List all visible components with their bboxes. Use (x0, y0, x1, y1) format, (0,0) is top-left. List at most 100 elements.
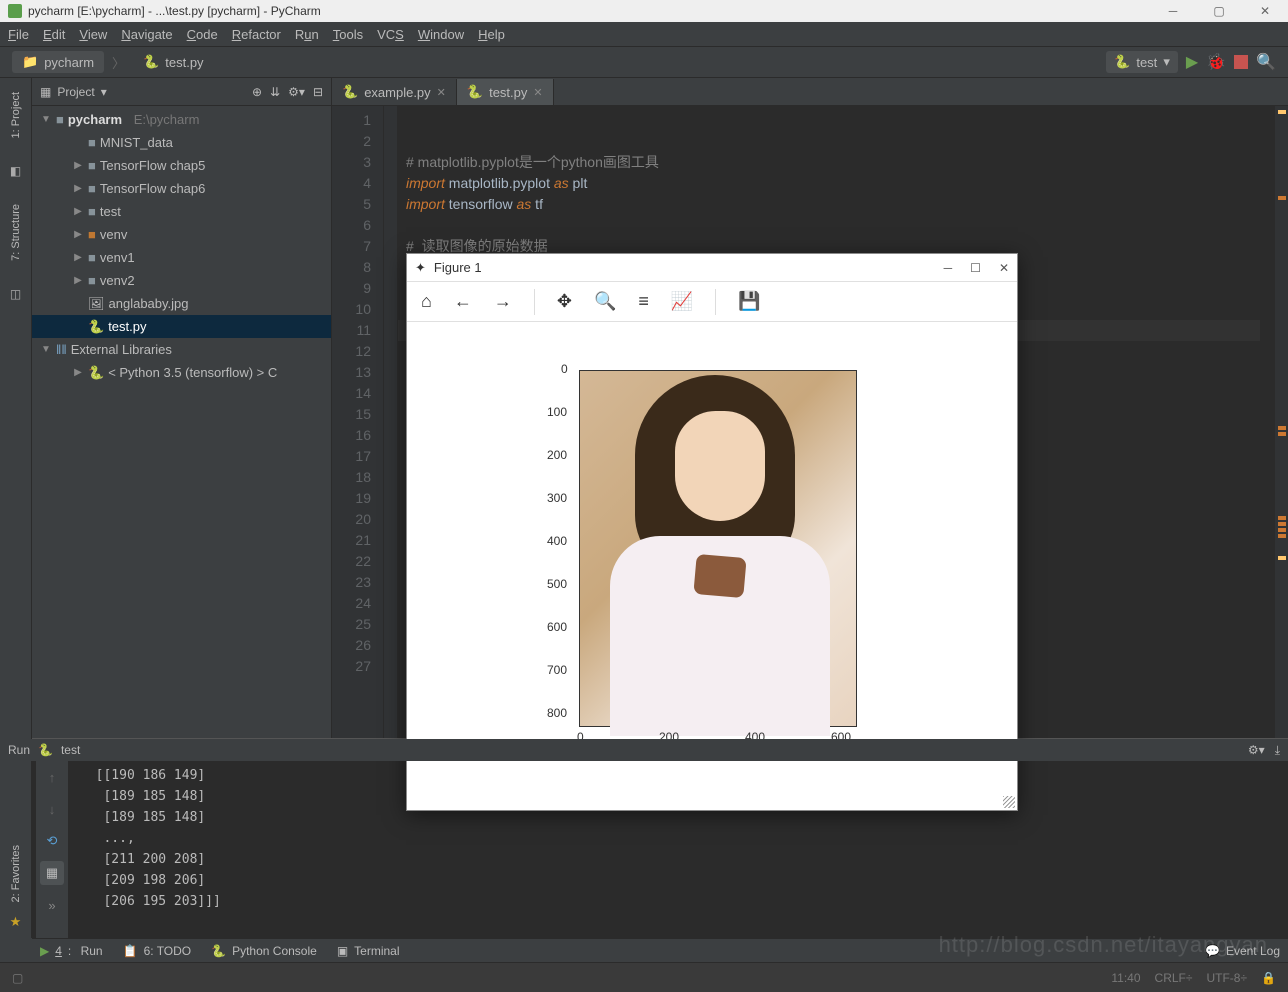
configure-icon[interactable]: ≡ (638, 291, 649, 312)
sidebar-icon2[interactable]: ◫ (10, 287, 21, 301)
run-header: Run 🐍 test ⚙▾ ⤓ (0, 739, 1288, 761)
run-button[interactable]: ▶ (1186, 52, 1198, 72)
window-titlebar: pycharm [E:\pycharm] - ...\test.py [pych… (0, 0, 1288, 22)
hide-icon[interactable]: ⊟ (313, 85, 323, 99)
maximize-button[interactable]: ▢ (1196, 0, 1242, 22)
home-icon[interactable]: ⌂ (421, 291, 432, 312)
debug-button[interactable]: 🐞 (1206, 52, 1226, 72)
project-icon: ▦ (40, 85, 51, 99)
more-button[interactable]: » (40, 893, 64, 917)
menu-refactor[interactable]: Refactor (232, 27, 281, 42)
run-configuration-selector[interactable]: 🐍 test ▾ (1106, 51, 1178, 73)
sidebar-structure-tab[interactable]: 7: Structure (10, 198, 22, 267)
tree-item[interactable]: ■ MNIST_data (32, 131, 331, 154)
breadcrumb-file[interactable]: 🐍 test.py (133, 51, 213, 73)
python-icon: 🐍 (1114, 54, 1130, 70)
menu-file[interactable]: File (8, 27, 29, 42)
tree-item-selected[interactable]: 🐍 test.py (32, 315, 331, 338)
breadcrumb-pycharm[interactable]: 📁 pycharm (12, 51, 104, 73)
maximize-button[interactable]: ☐ (970, 261, 981, 275)
collapse-icon[interactable]: ⇊ (270, 85, 280, 99)
figure-titlebar[interactable]: ✦ Figure 1 ─ ☐ ✕ (407, 254, 1017, 282)
figure-title: Figure 1 (434, 260, 482, 275)
favorites-sidebar: 2: Favorites ★ (0, 698, 32, 938)
project-panel-header: ▦ Project ▾ ⊕ ⇊ ⚙▾ ⊟ (32, 78, 331, 106)
search-button[interactable]: 🔍 (1256, 52, 1276, 72)
stop-button[interactable] (1234, 55, 1248, 69)
pan-icon[interactable]: ✥ (557, 291, 572, 312)
scroll-button[interactable]: ▦ (40, 861, 64, 885)
tree-item[interactable]: ▶■ TensorFlow chap6 (32, 177, 331, 200)
nav-toolbar: 📁 pycharm 〉 🐍 test.py 🐍 test ▾ ▶ 🐞 🔍 (0, 46, 1288, 78)
menu-bar: File Edit View Navigate Code Refactor Ru… (0, 22, 1288, 46)
menu-navigate[interactable]: Navigate (121, 27, 172, 42)
menu-tools[interactable]: Tools (333, 27, 363, 42)
run-config-name: test (61, 743, 80, 757)
tree-external[interactable]: ▼‖‖ External Libraries (32, 338, 331, 361)
tree-python[interactable]: ▶🐍 < Python 3.5 (tensorflow) > C (32, 361, 331, 384)
figure-window[interactable]: ✦ Figure 1 ─ ☐ ✕ ⌂ ← → ✥ 🔍 ≡ 📈 💾 0 100 2… (406, 253, 1018, 811)
status-encoding[interactable]: UTF-8÷ (1206, 971, 1247, 985)
resize-grip[interactable] (1003, 796, 1015, 808)
displayed-image (580, 371, 856, 726)
tree-item[interactable]: ▶■ TensorFlow chap5 (32, 154, 331, 177)
menu-edit[interactable]: Edit (43, 27, 65, 42)
tab-test[interactable]: 🐍test.py✕ (457, 79, 554, 105)
folder-icon: 📁 (22, 54, 38, 70)
close-icon[interactable]: ✕ (533, 86, 542, 99)
figure-canvas[interactable]: 0 100 200 300 400 500 600 700 800 0 200 … (407, 322, 1017, 810)
close-icon[interactable]: ✕ (437, 86, 446, 99)
menu-vcs[interactable]: VCS (377, 27, 404, 42)
close-button[interactable]: ✕ (1242, 0, 1288, 22)
tree-item[interactable]: ▶■ venv1 (32, 246, 331, 269)
sidebar-project-tab[interactable]: 1: Project (10, 86, 22, 144)
figure-toolbar: ⌂ ← → ✥ 🔍 ≡ 📈 💾 (407, 282, 1017, 322)
bottom-tab-run[interactable]: ▶4: Run (40, 944, 103, 958)
menu-window[interactable]: Window (418, 27, 464, 42)
minimize-button[interactable]: ─ (1150, 0, 1196, 22)
menu-code[interactable]: Code (187, 27, 218, 42)
gear-icon[interactable]: ⚙▾ (1248, 743, 1265, 758)
menu-run[interactable]: Run (295, 27, 319, 42)
window-title: pycharm [E:\pycharm] - ...\test.py [pych… (28, 4, 321, 18)
tree-root[interactable]: ▼■ pycharm E:\pycharm (32, 108, 331, 131)
tree-item[interactable]: ▶■ venv2 (32, 269, 331, 292)
watermark: http://blog.csdn.net/itayangyan (939, 932, 1268, 958)
lock-icon[interactable]: 🔒 (1261, 971, 1276, 985)
menu-help[interactable]: Help (478, 27, 505, 42)
editor-tabs: 🐍example.py✕ 🐍test.py✕ (332, 78, 1288, 106)
up-button[interactable]: ↑ (40, 765, 64, 789)
wrap-button[interactable]: ⟲ (40, 829, 64, 853)
sidebar-icon[interactable]: ◧ (10, 164, 21, 178)
tree-item[interactable]: ▶■ venv (32, 223, 331, 246)
tree-item[interactable]: ▶■ test (32, 200, 331, 223)
close-button[interactable]: ✕ (999, 261, 1009, 275)
save-icon[interactable]: 💾 (738, 291, 760, 312)
scope-icon[interactable]: ⊕ (252, 85, 262, 99)
bottom-tab-terminal[interactable]: ▣Terminal (337, 944, 400, 958)
back-icon[interactable]: ← (454, 291, 472, 312)
menu-view[interactable]: View (79, 27, 107, 42)
axes-icon[interactable]: 📈 (671, 291, 693, 312)
star-icon[interactable]: ★ (10, 914, 22, 930)
zoom-icon[interactable]: 🔍 (594, 291, 616, 312)
tree-item[interactable]: 🖼 anglababy.jpg (32, 292, 331, 315)
down-button[interactable]: ↓ (40, 797, 64, 821)
tab-example[interactable]: 🐍example.py✕ (332, 79, 457, 105)
forward-icon[interactable]: → (494, 291, 512, 312)
status-bar: ▢ 11:40 CRLF÷ UTF-8÷ 🔒 (0, 962, 1288, 992)
gear-icon[interactable]: ⚙▾ (288, 85, 305, 99)
favorites-tab[interactable]: 2: Favorites (10, 845, 22, 902)
chevron-down-icon: ▾ (1163, 54, 1170, 70)
status-position[interactable]: 11:40 (1111, 971, 1140, 985)
minimize-button[interactable]: ─ (944, 261, 953, 275)
bottom-tab-console[interactable]: 🐍Python Console (211, 944, 317, 958)
status-separator[interactable]: CRLF÷ (1155, 971, 1193, 985)
chevron-down-icon[interactable]: ▾ (101, 85, 107, 99)
bottom-tab-todo[interactable]: 📋6: TODO (123, 944, 192, 958)
figure-icon: ✦ (415, 260, 426, 276)
python-icon: 🐍 (143, 54, 159, 70)
download-icon[interactable]: ⤓ (1275, 743, 1280, 758)
status-toggle[interactable]: ▢ (12, 971, 23, 985)
image-plot (579, 370, 857, 727)
